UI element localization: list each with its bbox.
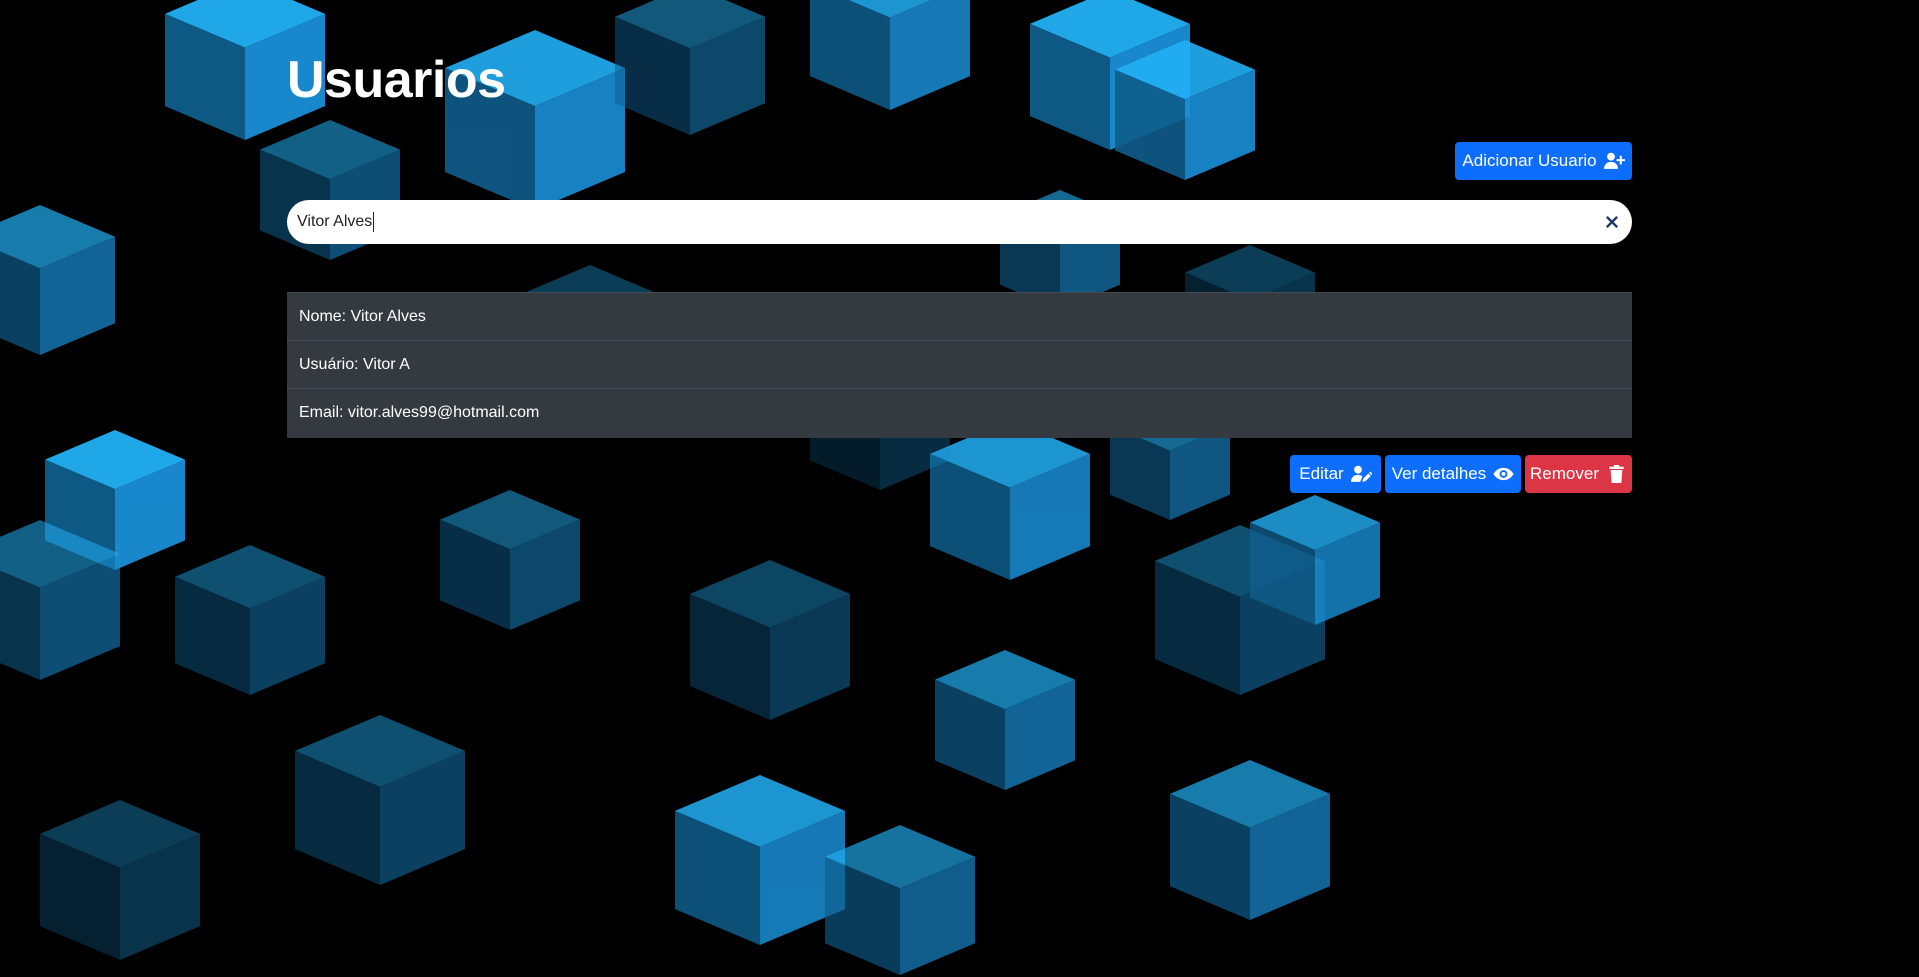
background-cube — [1115, 40, 1255, 180]
background-cube — [935, 650, 1075, 790]
background-cube — [615, 0, 765, 135]
trash-icon — [1609, 465, 1624, 483]
background-cube — [40, 800, 200, 960]
background-cube — [675, 775, 845, 945]
result-name: Nome: Vitor Alves — [287, 293, 1632, 341]
background-cube-face — [810, 0, 890, 110]
background-cube — [295, 715, 465, 885]
edit-button-label: Editar — [1299, 464, 1344, 483]
add-user-button[interactable]: Adicionar Usuario — [1455, 142, 1632, 180]
result-username: Usuário: Vitor A — [287, 341, 1632, 389]
background-cube — [690, 560, 850, 720]
clear-search-button[interactable] — [1602, 212, 1622, 232]
background-cube — [440, 490, 580, 630]
edit-button[interactable]: Editar — [1290, 455, 1381, 493]
background-cube — [930, 420, 1090, 580]
remove-button-label: Remover — [1530, 464, 1599, 483]
search-input[interactable] — [297, 200, 1577, 244]
text-caret — [373, 212, 374, 232]
background-cube — [1170, 760, 1330, 920]
user-result-list: Nome: Vitor Alves Usuário: Vitor A Email… — [287, 292, 1632, 438]
background-cube — [0, 205, 115, 355]
user-plus-icon — [1603, 152, 1625, 169]
close-icon — [1606, 216, 1618, 228]
result-email: Email: vitor.alves99@hotmail.com — [299, 404, 540, 421]
background-cube — [175, 545, 325, 695]
background-cube — [1250, 495, 1380, 625]
add-user-button-label: Adicionar Usuario — [1462, 151, 1597, 170]
view-details-button-label: Ver detalhes — [1391, 464, 1487, 483]
page: Usuarios Adicionar Usuario Nome: Vitor A… — [0, 0, 1919, 977]
page-title: Usuarios — [287, 51, 506, 109]
background-cube-face — [890, 0, 970, 110]
search-box — [287, 200, 1632, 244]
view-details-button[interactable]: Ver detalhes — [1385, 455, 1521, 493]
background-cube — [810, 0, 970, 110]
eye-icon — [1493, 467, 1514, 481]
user-edit-icon — [1350, 465, 1372, 482]
remove-button[interactable]: Remover — [1525, 455, 1632, 493]
background-cube — [825, 825, 975, 975]
